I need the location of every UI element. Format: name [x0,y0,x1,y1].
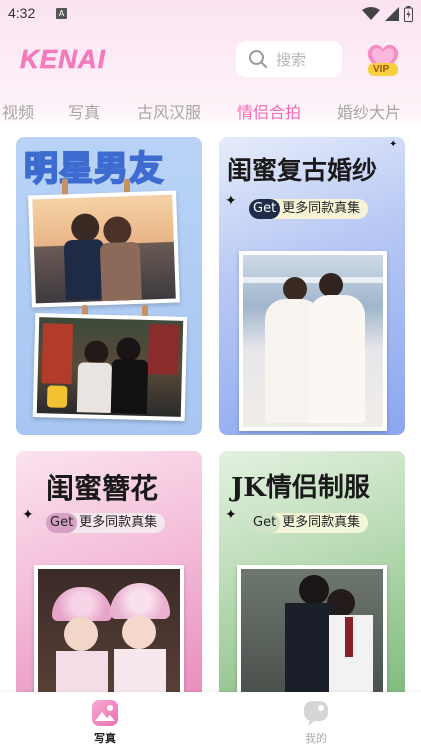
tab-wedding[interactable]: 婚纱大片 [337,99,401,123]
wifi-icon [362,7,380,20]
get-label: Get [249,199,281,219]
card-jk-couple-uniform[interactable]: JK情侣制服 ✦ Get 更多同款真集 [219,451,405,701]
tab-couple[interactable]: 情侣合拍 [237,99,301,123]
nav-label: 我的 [305,732,327,745]
status-bar: 4:32 A [0,0,421,28]
couple-photo-2 [32,313,188,421]
signal-icon [385,7,399,21]
card-title: 明星男友 [23,148,164,190]
nav-label: 写真 [94,732,116,745]
hairpin-photo [34,565,184,701]
vip-button[interactable]: VIP [362,38,404,80]
image-icon [92,700,118,726]
wedding-photo [239,251,387,431]
card-bestie-hairpin-flowers[interactable]: 闺蜜簪花 ✦ Get 更多同款真集 [16,451,202,701]
tab-portrait[interactable]: 写真 [68,99,100,123]
clip-decoration [62,179,68,195]
search-placeholder: 搜索 [276,50,307,69]
pill-label: 更多同款真集 [79,515,158,530]
notification-icon: A [56,8,67,19]
pill-label: 更多同款真集 [282,515,361,530]
sparkle-icon: ✦ [389,139,398,150]
card-title: 闺蜜复古婚纱 [227,156,378,185]
search-input[interactable]: 搜索 [236,41,342,77]
tab-video[interactable]: 视频 [2,99,34,123]
couple-photo-1 [28,190,180,308]
tab-hanfu[interactable]: 古风汉服 [137,99,201,123]
card-bestie-retro-wedding[interactable]: ✦ 闺蜜复古婚纱 ✦ Get 更多同款真集 [219,137,405,435]
card-title: JK情侣制服 [231,473,370,503]
nav-mine[interactable]: 我的 [286,699,346,746]
nav-portrait[interactable]: 写真 [75,699,135,746]
card-title: 闺蜜簪花 [46,472,159,505]
search-icon [249,50,267,68]
chat-bubble-icon [304,701,328,726]
category-tabs: 视频 写真 古风汉服 情侣合拍 婚纱大片 [0,94,421,124]
sparkle-icon: ✦ [225,507,237,523]
battery-icon [404,6,413,22]
sparkle-icon: ✦ [22,507,34,523]
bottom-nav: 写真 我的 [0,692,421,750]
get-label: Get [249,513,281,533]
uniform-photo [237,565,387,701]
get-more-pill[interactable]: Get 更多同款真集 [46,513,166,533]
vip-label: VIP [373,64,390,75]
get-more-pill[interactable]: Get 更多同款真集 [249,513,369,533]
get-label: Get [46,513,78,533]
status-icons [362,6,413,22]
card-celebrity-boyfriend[interactable]: 明星男友 [16,137,202,435]
get-more-pill[interactable]: Get 更多同款真集 [249,199,369,219]
app-logo: KENAI [20,44,106,75]
status-time: 4:32 [8,5,36,21]
pill-label: 更多同款真集 [282,201,361,216]
sparkle-icon: ✦ [225,193,237,209]
